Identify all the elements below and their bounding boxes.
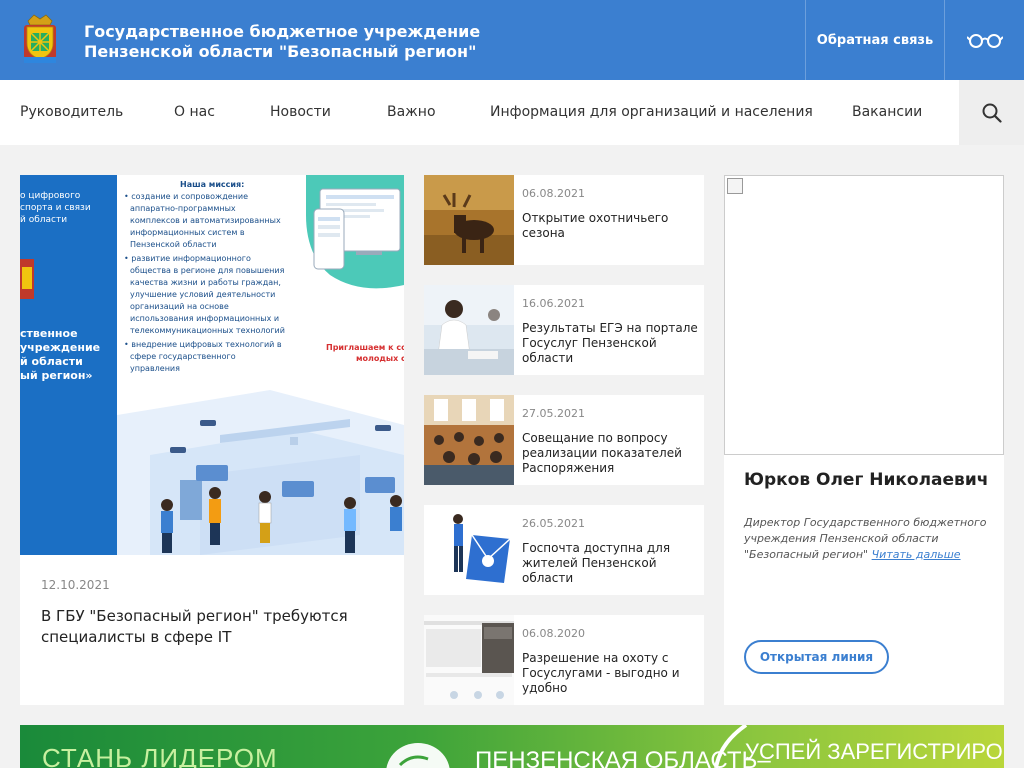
image-caption-line: й области <box>20 215 67 225</box>
news-thumbnail <box>424 615 514 705</box>
image-caption-line: й области <box>20 355 83 368</box>
mission-line: Пензенской области <box>130 240 217 249</box>
featured-news-title[interactable]: В ГБУ "Безопасный регион" требуются спец… <box>41 606 391 648</box>
director-description: Директор Государственного бюджетного учр… <box>744 515 989 563</box>
broken-image-icon <box>727 178 743 194</box>
news-thumbnail <box>424 505 514 595</box>
news-date: 26.05.2021 <box>522 517 585 530</box>
promo-banner[interactable]: СТАНЬ ЛИДЕРОМ ПЕНЗЕНСКАЯ ОБЛАСТЬ– УСПЕЙ … <box>20 725 1004 768</box>
mission-line: • развитие информационного <box>124 254 251 263</box>
search-icon <box>982 103 1002 123</box>
mission-line: информационных систем в <box>130 228 245 237</box>
news-thumbnail <box>424 175 514 265</box>
director-name: Юрков Олег Николаевич <box>744 470 989 490</box>
news-title[interactable]: Совещание по вопросу реализации показате… <box>522 431 700 476</box>
nav-item-important[interactable]: Важно <box>387 80 436 145</box>
image-caption-line: о цифрового <box>20 191 81 201</box>
read-more-link[interactable]: Читать дальше <box>872 548 961 561</box>
invite-line: молодых специ <box>356 354 404 363</box>
news-thumbnail <box>424 395 514 485</box>
nav-item-news[interactable]: Новости <box>270 80 331 145</box>
invite-line: Приглашаем к со <box>326 343 404 352</box>
mission-line: • создание и сопровождение <box>124 192 248 201</box>
banner-right-text: УСПЕЙ ЗАРЕГИСТРИРОВАТЬСЯ <box>745 739 1004 764</box>
nav-item-info[interactable]: Информация для организаций и населения <box>490 80 813 145</box>
news-title[interactable]: Госпочта доступна для жителей Пензенской… <box>522 541 700 586</box>
news-item[interactable]: 06.08.2021 Открытие охотничьего сезона <box>424 175 704 265</box>
mission-line: улучшение условий деятельности <box>130 290 275 299</box>
mission-line: комплексов и автоматизированных <box>130 216 281 225</box>
news-date: 27.05.2021 <box>522 407 585 420</box>
image-caption-line: ственное <box>20 327 78 340</box>
coat-of-arms-icon[interactable] <box>20 13 60 65</box>
open-line-button[interactable]: Открытая линия <box>744 640 889 674</box>
mission-heading: Наша миссия: <box>180 180 244 189</box>
news-title[interactable]: Результаты ЕГЭ на портале Госуслуг Пензе… <box>522 321 700 366</box>
news-title[interactable]: Открытие охотничьего сезона <box>522 211 700 241</box>
news-item[interactable]: 06.08.2020 Разрешение на охоту с Госуслу… <box>424 615 704 705</box>
director-card: Юрков Олег Николаевич Директор Государст… <box>724 175 1004 705</box>
site-title[interactable]: Государственное бюджетное учреждение Пен… <box>84 22 584 62</box>
image-caption-line: спорта и связи <box>20 203 91 213</box>
nav-item-about[interactable]: О нас <box>174 80 215 145</box>
mission-line: сфере государственного <box>130 352 236 361</box>
banner-middle-text: ПЕНЗЕНСКАЯ ОБЛАСТЬ– <box>475 747 771 768</box>
search-button[interactable] <box>959 80 1024 145</box>
news-date: 06.08.2020 <box>522 627 585 640</box>
feedback-link[interactable]: Обратная связь <box>806 0 944 80</box>
mission-line: общества в регионе для повышения <box>130 266 285 275</box>
mission-line: качества жизни и работы граждан, <box>130 278 281 287</box>
banner-left-text: СТАНЬ ЛИДЕРОМ <box>42 743 278 768</box>
glasses-icon[interactable] <box>945 0 1024 80</box>
image-caption-line: учреждение <box>20 341 100 354</box>
featured-news-date: 12.10.2021 <box>41 578 110 592</box>
featured-news-card[interactable]: о цифрового спорта и связи й области ств… <box>20 175 404 705</box>
main-nav: Руководитель О нас Новости Важно Информа… <box>0 80 1024 145</box>
mission-line: аппаратно-программных <box>130 204 236 213</box>
mission-line: телекоммуникационных технологий <box>130 326 285 335</box>
nav-item-director[interactable]: Руководитель <box>20 80 123 145</box>
news-date: 06.08.2021 <box>522 187 585 200</box>
nav-item-vacancies[interactable]: Вакансии <box>852 80 922 145</box>
news-item[interactable]: 27.05.2021 Совещание по вопросу реализац… <box>424 395 704 485</box>
news-date: 16.06.2021 <box>522 297 585 310</box>
news-item[interactable]: 16.06.2021 Результаты ЕГЭ на портале Гос… <box>424 285 704 375</box>
mission-line: управления <box>130 364 180 373</box>
news-item[interactable]: 26.05.2021 Госпочта доступна для жителей… <box>424 505 704 595</box>
mission-line: организаций на основе <box>130 302 229 311</box>
featured-news-image: о цифрового спорта и связи й области ств… <box>20 175 404 555</box>
news-title[interactable]: Разрешение на охоту с Госуслугами - выго… <box>522 651 700 696</box>
mission-line: использования информационных и <box>130 314 279 323</box>
image-caption-line: ый регион» <box>20 369 93 382</box>
mission-line: • внедрение цифровых технологий в <box>124 340 282 349</box>
director-photo <box>724 175 1004 455</box>
news-thumbnail <box>424 285 514 375</box>
site-header: Государственное бюджетное учреждение Пен… <box>0 0 1024 80</box>
